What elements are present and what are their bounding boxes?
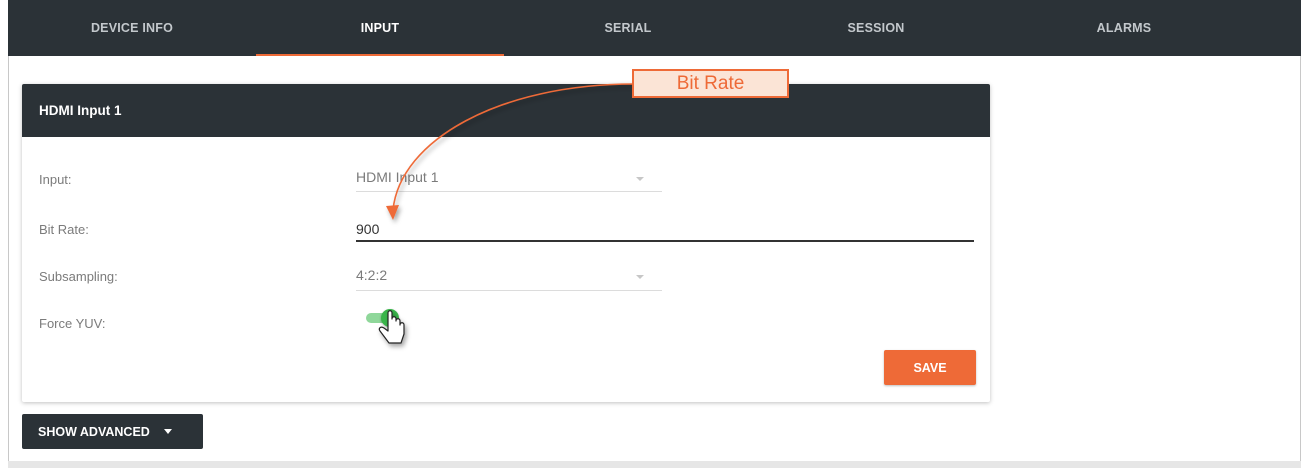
chevron-down-icon [163, 429, 172, 434]
input-select-underline [356, 191, 662, 192]
subsampling-select-value: 4:2:2 [356, 267, 388, 283]
show-advanced-label: SHOW ADVANCED [38, 424, 150, 439]
tab-input[interactable]: INPUT [256, 0, 504, 56]
tab-alarms[interactable]: ALARMS [1000, 0, 1248, 56]
input-label: Input: [39, 172, 72, 187]
subsampling-select-underline [356, 290, 662, 291]
tab-bar: DEVICE INFO INPUT SERIAL SESSION ALARMS [8, 0, 1301, 56]
subsampling-select[interactable]: 4:2:2 [356, 262, 662, 290]
tab-serial[interactable]: SERIAL [504, 0, 752, 56]
show-advanced-button[interactable]: SHOW ADVANCED [22, 414, 203, 449]
chevron-down-icon [636, 177, 644, 181]
bit-rate-input[interactable] [356, 214, 974, 242]
save-button[interactable]: SAVE [884, 350, 976, 385]
force-yuv-label: Force YUV: [39, 316, 106, 331]
card-title: HDMI Input 1 [22, 84, 990, 137]
input-select[interactable]: HDMI Input 1 [356, 164, 662, 192]
bit-rate-callout: Bit Rate [632, 69, 789, 98]
input-select-value: HDMI Input 1 [356, 169, 439, 185]
tab-device-info[interactable]: DEVICE INFO [8, 0, 256, 56]
force-yuv-toggle-thumb [381, 309, 399, 327]
bit-rate-label: Bit Rate: [39, 222, 89, 237]
subsampling-label: Subsampling: [39, 269, 118, 284]
bottom-strip [8, 461, 1301, 468]
tab-session[interactable]: SESSION [752, 0, 1000, 56]
chevron-down-icon [636, 275, 644, 279]
hdmi-input-card: HDMI Input 1 Input: HDMI Input 1 Bit Rat… [22, 84, 990, 402]
